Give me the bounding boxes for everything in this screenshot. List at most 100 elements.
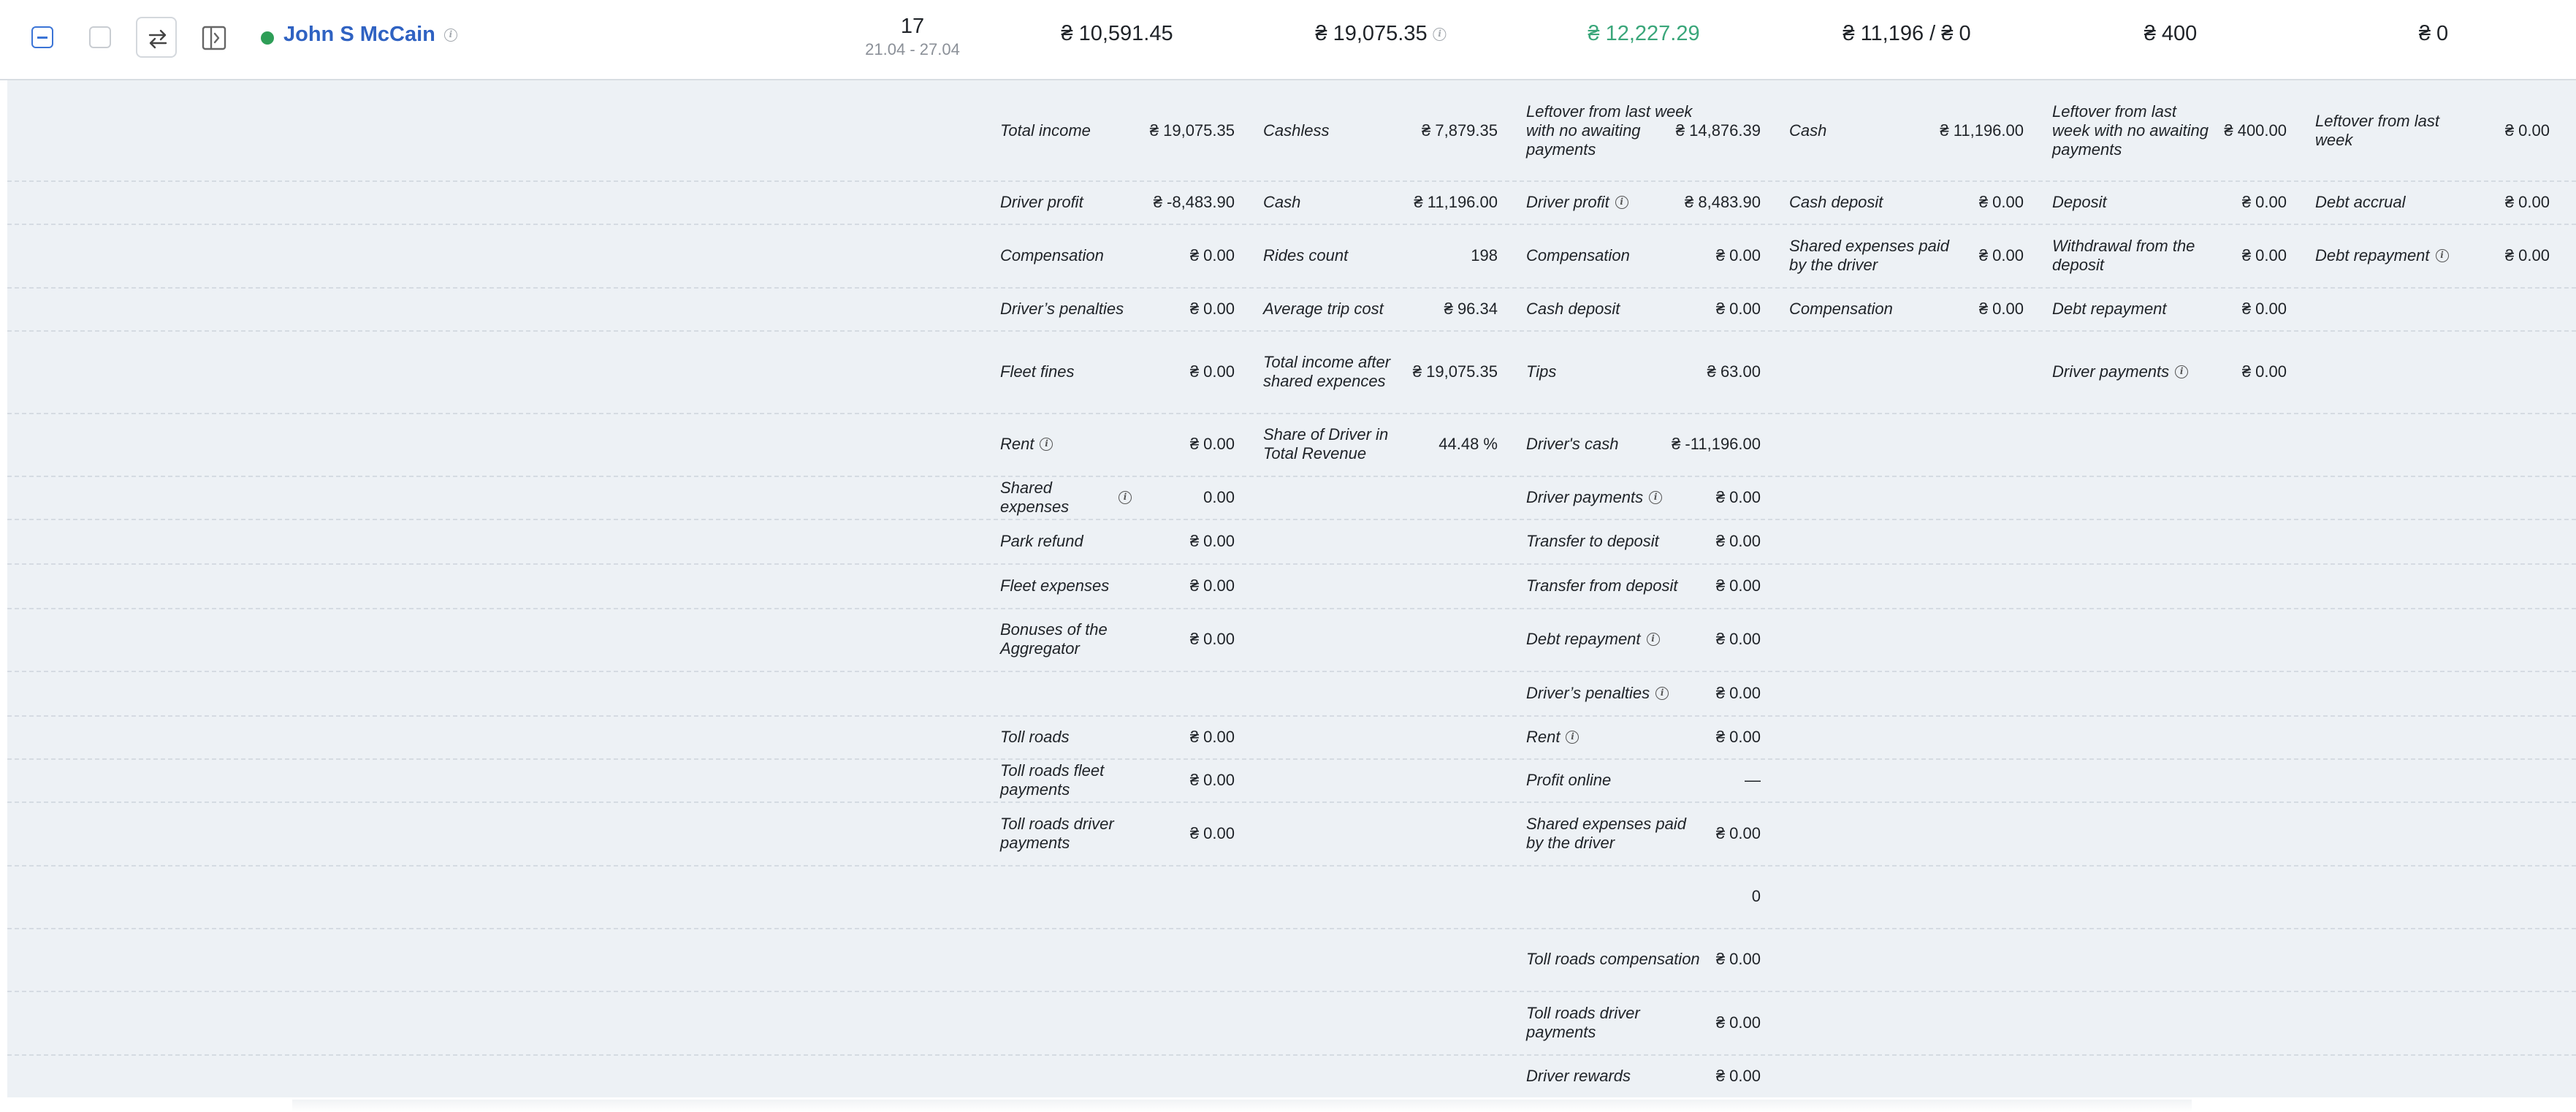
online-status-dot <box>261 31 274 45</box>
info-icon[interactable]: i <box>1655 686 1669 700</box>
detail-label-text: Debt repayment <box>2052 299 2167 318</box>
row-separator <box>7 928 2576 929</box>
detail-label-text: Leftover from last week with no awaiting… <box>2052 102 2209 159</box>
row-separator <box>7 608 2576 609</box>
col2-label: Average trip cost <box>1263 276 1402 342</box>
detail-label-text: Cash deposit <box>1789 192 1883 211</box>
detail-label-text: Cash <box>1263 192 1301 211</box>
col4-label: Compensation <box>1789 276 1968 342</box>
col1-label: Bonuses of the Aggregator <box>1000 606 1132 672</box>
detail-label-text: Tips <box>1526 362 1557 381</box>
detail-label-text: Rent <box>1526 727 1561 746</box>
col1-label: Fleet fines <box>1000 339 1132 405</box>
col3-value: ₴ 8,483.90 <box>1685 192 1761 211</box>
detail-label-text: Driver payments <box>2052 362 2170 381</box>
detail-label-text: Profit online <box>1526 770 1612 789</box>
detail-label-text: Total income <box>1000 121 1091 140</box>
info-icon[interactable]: i <box>1649 490 1663 504</box>
col5-label: Driver payments i <box>2052 339 2213 405</box>
col1-value: ₴ 0.00 <box>1189 630 1235 648</box>
col3-value: ₴ 14,876.39 <box>1675 121 1761 140</box>
summary-value-6: ₴ 0 <box>2419 22 2448 46</box>
detail-label-text: Compensation <box>1000 245 1104 264</box>
detail-label-text: Rent <box>1000 435 1034 453</box>
col3-value: ₴ 0.00 <box>1715 487 1761 506</box>
col1-value: 0.00 <box>1203 487 1235 506</box>
col4-value: ₴ 0.00 <box>1978 192 2024 211</box>
col5-label: Leftover from last week with no awaiting… <box>2052 98 2213 164</box>
driver-summary-row: John S McCain i 17 21.04 - 27.04 ₴ 10,591… <box>0 0 2576 80</box>
detail-label-text: Shared expenses paid by the driver <box>1789 236 1949 274</box>
col1-value: ₴ 0.00 <box>1189 435 1235 453</box>
col3-label: Shared expenses paid by the driver <box>1526 801 1705 867</box>
col2-value: ₴ 7,879.35 <box>1422 121 1498 140</box>
col2-value: 198 <box>1471 245 1498 264</box>
info-icon[interactable]: i <box>1119 490 1132 504</box>
summary-text: ₴ 11,196 / ₴ 0 <box>1843 22 1971 45</box>
summary-text: ₴ 10,591.45 <box>1061 22 1173 45</box>
detail-label-text: Debt repayment <box>1526 630 1641 648</box>
detail-label-text: Toll roads <box>1000 727 1070 746</box>
detail-label-text: Driver rewards <box>1526 1066 1631 1085</box>
row-separator <box>7 715 2576 717</box>
detail-label-text: Deposit <box>2052 192 2107 211</box>
collapse-row-checkbox[interactable] <box>31 26 53 48</box>
summary-text: ₴ 19,075.35 <box>1315 22 1428 45</box>
info-icon[interactable]: i <box>1566 730 1579 744</box>
col1-label: Driver’s penalties <box>1000 276 1132 342</box>
row-separator <box>7 1054 2576 1056</box>
driver-name[interactable]: John S McCain <box>283 23 435 46</box>
detail-label-text: Average trip cost <box>1263 299 1384 318</box>
detail-label-text: Compensation <box>1526 245 1630 264</box>
info-icon[interactable]: i <box>1615 195 1628 209</box>
col1-label: Total income <box>1000 98 1132 164</box>
col5-value: ₴ 0.00 <box>2241 362 2287 381</box>
col3-value: ₴ 0.00 <box>1715 823 1761 842</box>
info-icon[interactable]: i <box>1433 28 1447 42</box>
side-panel-icon[interactable] <box>202 26 226 50</box>
detail-label-text: Driver payments <box>1526 487 1644 506</box>
col1-value: ₴ 0.00 <box>1189 531 1235 550</box>
col3-value: ₴ 0.00 <box>1715 576 1761 595</box>
col1-value: ₴ 0.00 <box>1189 823 1235 842</box>
col3-value: ₴ 0.00 <box>1715 245 1761 264</box>
week-range: 21.04 - 27.04 <box>865 40 960 58</box>
row-separator <box>7 991 2576 992</box>
col6-label: Leftover from last week <box>2315 98 2461 164</box>
row-separator <box>7 563 2576 565</box>
col3-value: ₴ 0.00 <box>1715 950 1761 968</box>
info-icon[interactable]: i <box>1646 633 1660 646</box>
col3-value: ₴ 0.00 <box>1715 531 1761 550</box>
row-separator <box>7 865 2576 867</box>
info-icon[interactable]: i <box>443 28 457 42</box>
info-icon[interactable]: i <box>1040 438 1053 451</box>
detail-label-text: Driver’s penalties <box>1000 299 1124 318</box>
week-number: 17 <box>900 15 925 38</box>
col3-value: ₴ 0.00 <box>1715 1013 1761 1032</box>
col5-value: ₴ 0.00 <box>2241 192 2287 211</box>
col2-value: 44.48 % <box>1438 435 1498 453</box>
col4-value: ₴ 0.00 <box>1978 245 2024 264</box>
summary-text: ₴ 12,227.29 <box>1588 22 1700 45</box>
col3-value: ₴ 0.00 <box>1715 727 1761 746</box>
col1-value: ₴ 0.00 <box>1189 362 1235 381</box>
detail-label-text: Toll roads driver payments <box>1526 1003 1640 1041</box>
detail-label-text: Park refund <box>1000 531 1083 550</box>
swap-button[interactable] <box>136 17 177 58</box>
select-row-checkbox[interactable] <box>89 26 111 48</box>
detail-label-text: Fleet expenses <box>1000 576 1110 595</box>
detail-label-text: Driver’s penalties <box>1526 683 1650 702</box>
col3-value: 0 <box>1751 887 1761 905</box>
info-icon[interactable]: i <box>2175 365 2189 378</box>
driver-name-link[interactable]: John S McCain i <box>283 23 457 47</box>
col1-label: Toll roads driver payments <box>1000 801 1132 867</box>
detail-label-text: Debt accrual <box>2315 192 2406 211</box>
row-separator <box>7 671 2576 672</box>
col1-value: ₴ 19,075.35 <box>1149 121 1235 140</box>
col3-label: Driver rewards <box>1526 1043 1705 1109</box>
col1-value: ₴ 0.00 <box>1189 770 1235 789</box>
info-icon[interactable]: i <box>2435 248 2449 262</box>
col3-label: Cash deposit <box>1526 276 1705 342</box>
row-separator <box>7 801 2576 803</box>
summary-value-1: ₴ 10,591.45 <box>1061 22 1173 46</box>
